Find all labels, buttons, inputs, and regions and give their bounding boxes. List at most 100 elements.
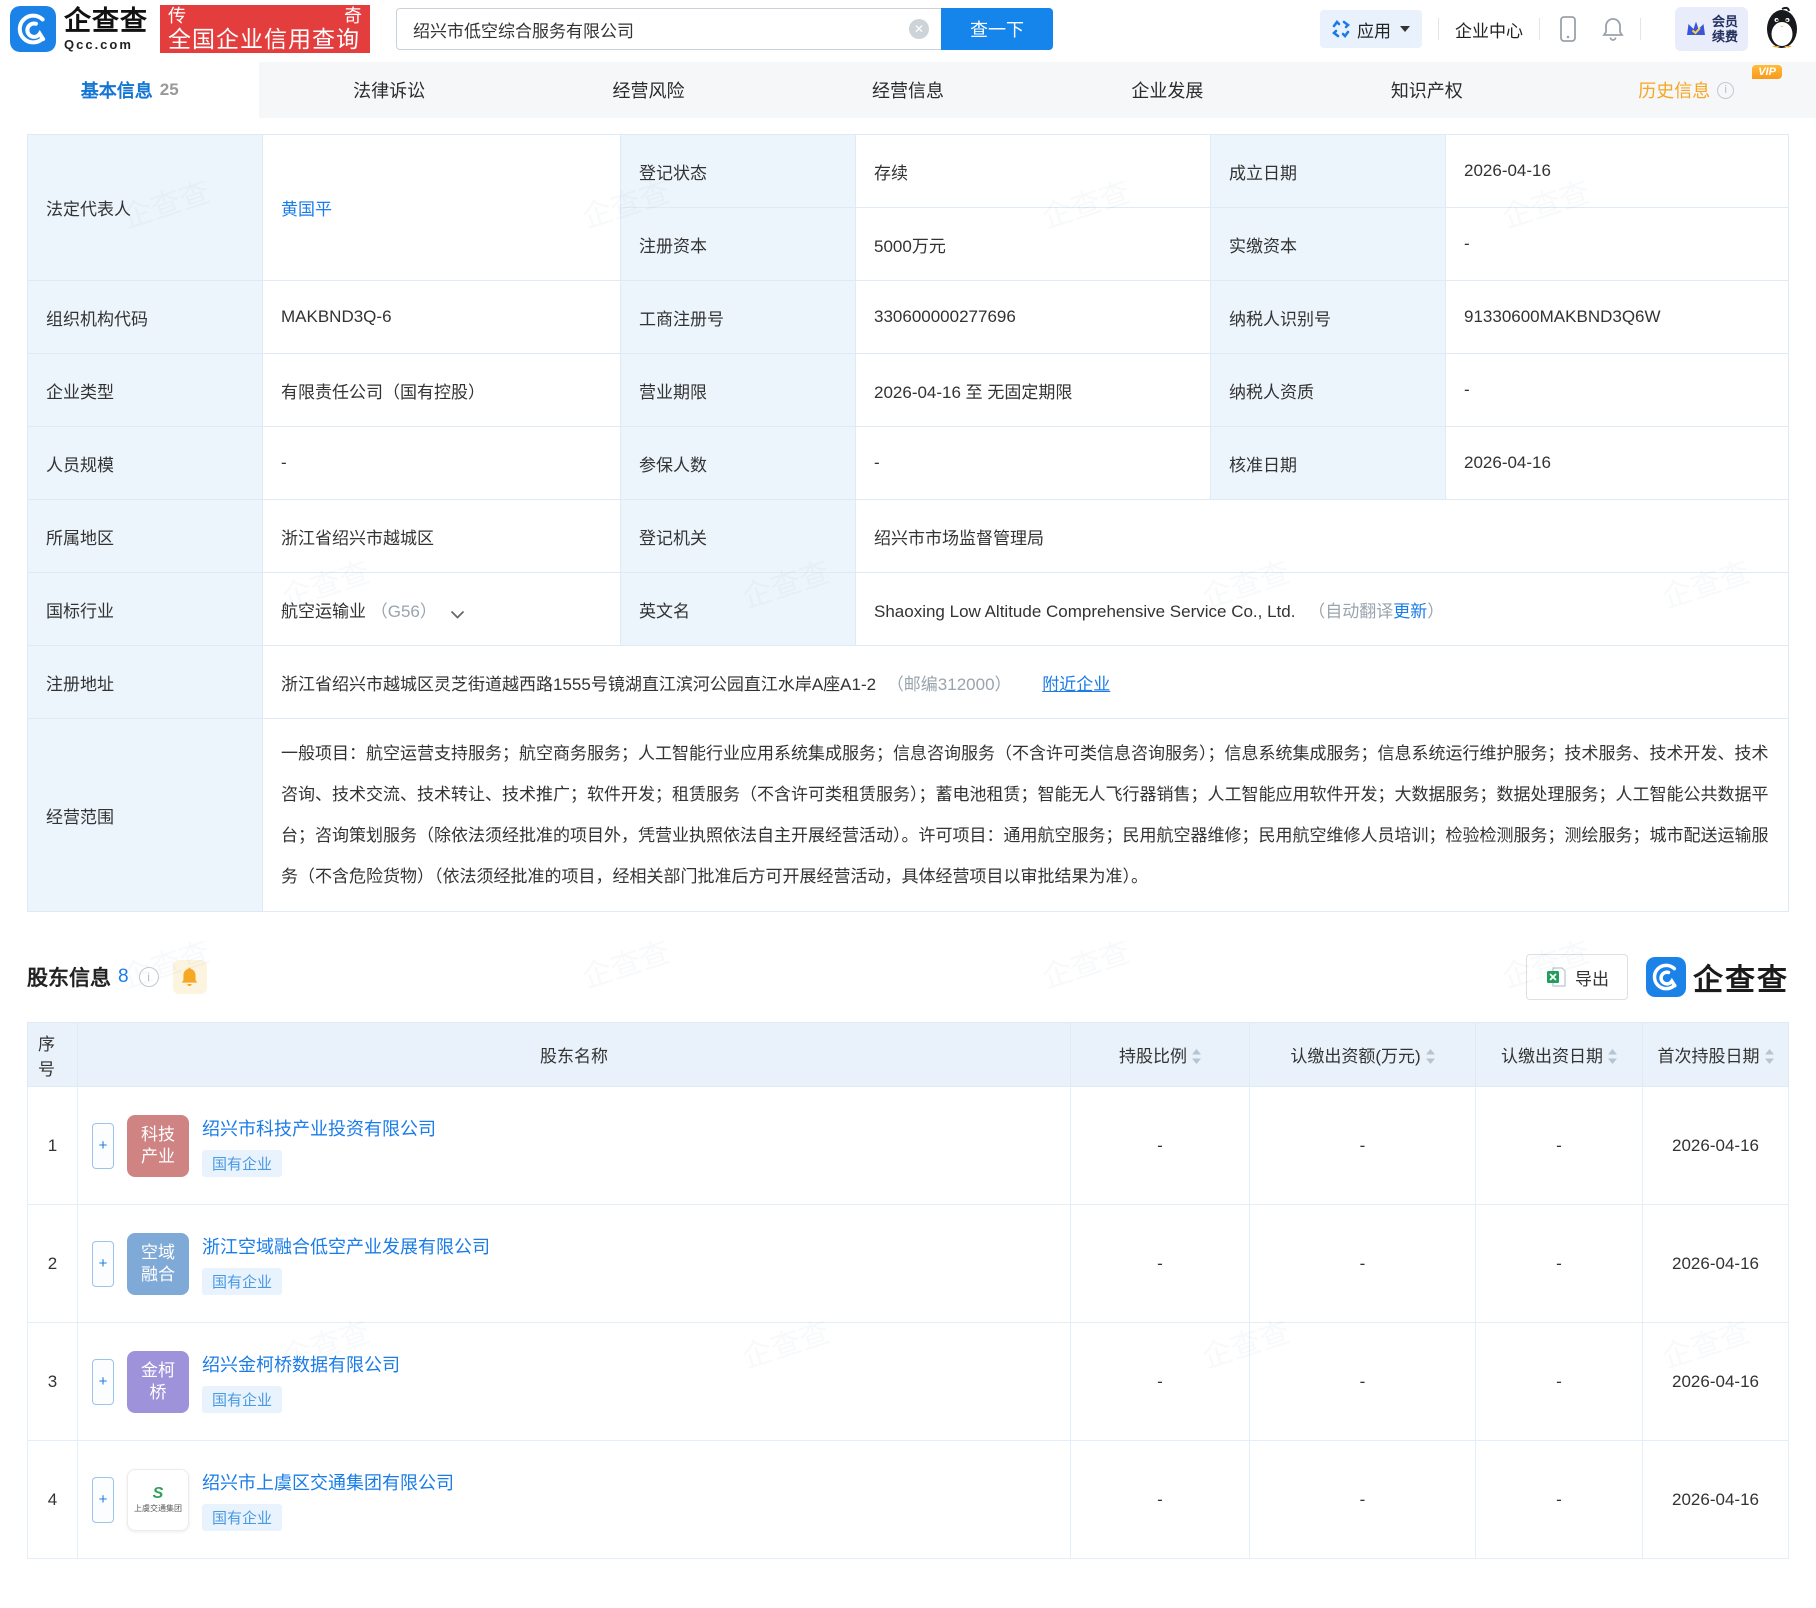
shareholder-name-link[interactable]: 绍兴金柯桥数据有限公司 — [202, 1351, 400, 1377]
top-header: 企查查 Qcc.com 传 奇 全国企业信用查询 ✕ 查一下 — [0, 0, 1816, 58]
reg-capital-label: 注册资本 — [620, 207, 856, 281]
paid-capital-label: 实缴资本 — [1210, 207, 1446, 281]
industry-code: （G56） — [370, 601, 437, 621]
expand-row-button[interactable]: + — [92, 1240, 114, 1287]
staff-size-label: 人员规模 — [27, 426, 263, 500]
taxpayer-id-label: 纳税人识别号 — [1210, 280, 1446, 354]
expand-row-button[interactable]: + — [92, 1122, 114, 1169]
biz-reg-no-value: 330600000277696 — [855, 280, 1211, 354]
history-info-icon[interactable]: i — [1717, 81, 1735, 99]
enterprise-center-link[interactable]: 企业中心 — [1455, 17, 1523, 42]
legal-rep-label: 法定代表人 — [27, 134, 263, 281]
qcc-logo-icon — [1646, 957, 1686, 997]
chevron-down-icon[interactable] — [450, 610, 465, 619]
english-name-value: Shaoxing Low Altitude Comprehensive Serv… — [855, 572, 1789, 646]
staff-size-value: - — [262, 426, 621, 500]
reg-status-label: 登记状态 — [620, 134, 856, 208]
tab-operation-risk[interactable]: 经营风险 — [519, 62, 778, 118]
shareholders-title: 股东信息 — [27, 967, 111, 990]
col-ratio-sort[interactable]: 持股比例 — [1070, 1022, 1250, 1087]
tab-history-info[interactable]: VIP 历史信息 i — [1557, 62, 1816, 118]
ad-banner[interactable]: 传 奇 全国企业信用查询 — [160, 5, 370, 53]
est-date-label: 成立日期 — [1210, 134, 1446, 208]
mobile-app-icon[interactable] — [1560, 16, 1576, 42]
reg-authority-value: 绍兴市市场监督管理局 — [855, 499, 1789, 573]
brand-domain: Qcc.com — [64, 36, 133, 52]
sort-arrows-icon — [1764, 1049, 1774, 1064]
monitor-bell-icon[interactable] — [172, 960, 207, 994]
shareholder-avatar: 金柯桥 — [127, 1350, 189, 1413]
reg-status-value: 存续 — [855, 134, 1211, 208]
shareholder-ratio: - — [1070, 1440, 1250, 1559]
est-date-value: 2026-04-16 — [1445, 134, 1789, 208]
export-button[interactable]: 导出 — [1526, 954, 1628, 1000]
shareholder-sub-date: - — [1475, 1440, 1643, 1559]
shareholder-row: 3 + 金柯桥 绍兴金柯桥数据有限公司 国有企业 - - - 2026-04-1… — [27, 1322, 1789, 1441]
apps-label: 应用 — [1356, 21, 1391, 41]
shareholders-info-icon[interactable]: i — [138, 967, 159, 987]
tab-basic-info[interactable]: 基本信息 25 — [0, 62, 260, 118]
sort-arrows-icon — [1192, 1049, 1201, 1064]
shareholder-tag: 国有企业 — [202, 1503, 283, 1531]
shareholder-name-link[interactable]: 绍兴市科技产业投资有限公司 — [202, 1115, 436, 1141]
shareholder-amount: - — [1249, 1086, 1476, 1205]
expand-row-button[interactable]: + — [92, 1476, 114, 1523]
region-label: 所属地区 — [27, 499, 263, 573]
basic-info-table: 法定代表人 黄国平 登记状态 存续 成立日期 2026-04-16 注册资本 5… — [27, 134, 1789, 912]
shareholder-ratio: - — [1070, 1204, 1250, 1323]
tab-intellectual-property[interactable]: 知识产权 — [1297, 62, 1556, 118]
translate-update-link[interactable]: 更新 — [1393, 602, 1427, 621]
apps-menu-button[interactable]: 应用 — [1319, 10, 1422, 48]
search-input[interactable] — [396, 8, 941, 50]
vip-renew-button[interactable]: 会员 续费 — [1674, 7, 1748, 51]
address-label: 注册地址 — [27, 645, 263, 719]
col-sub-date-sort[interactable]: 认缴出资日期 — [1475, 1022, 1643, 1087]
tab-bar: 基本信息 25 法律诉讼 经营风险 经营信息 企业发展 知识产权 VIP 历史信… — [0, 62, 1816, 118]
shareholder-row: 2 + 空域 融合 浙江空域融合低空产业发展有限公司 国有企业 - - - 202… — [27, 1204, 1789, 1323]
col-name: 股东名称 — [77, 1022, 1071, 1087]
divider — [1639, 18, 1641, 40]
legal-rep-link[interactable]: 黄国平 — [281, 200, 332, 219]
shareholders-tbody: 1 + 科技 产业 绍兴市科技产业投资有限公司 国有企业 - - - 2026-0… — [27, 1086, 1789, 1559]
org-code-value: MAKBND3Q-6 — [262, 280, 621, 354]
approval-date-label: 核准日期 — [1210, 426, 1446, 500]
notification-bell-icon[interactable] — [1602, 17, 1624, 41]
expand-row-button[interactable]: + — [92, 1358, 114, 1405]
biz-term-value: 2026-04-16 至 无固定期限 — [855, 353, 1211, 427]
address-value: 浙江省绍兴市越城区灵芝街道越西路1555号镜湖直江滨河公园直江水岸A座A1-2 … — [262, 645, 1789, 719]
col-first-date-sort[interactable]: 首次持股日期 — [1642, 1022, 1789, 1087]
search-clear-icon[interactable]: ✕ — [909, 19, 929, 39]
reg-capital-value: 5000万元 — [855, 207, 1211, 281]
mascot-penguin-icon[interactable] — [1762, 5, 1802, 54]
shareholders-count: 8 — [118, 966, 129, 987]
vip-line2: 续费 — [1711, 29, 1738, 44]
shareholder-sub-date: - — [1475, 1322, 1643, 1441]
qcc-watermark-logo: 企查查 — [1646, 955, 1789, 999]
shareholder-name-link[interactable]: 浙江空域融合低空产业发展有限公司 — [202, 1233, 490, 1259]
qcc-logo[interactable]: 企查查 Qcc.com — [10, 6, 148, 52]
english-name-label: 英文名 — [620, 572, 856, 646]
shareholder-first-date: 2026-04-16 — [1642, 1086, 1789, 1205]
paid-capital-value: - — [1445, 207, 1789, 281]
tab-enterprise-development[interactable]: 企业发展 — [1038, 62, 1297, 118]
taxpayer-quali-value: - — [1445, 353, 1789, 427]
scope-value: 一般项目：航空运营支持服务；航空商务服务；人工智能行业应用系统集成服务；信息咨询… — [262, 718, 1789, 912]
shareholder-name-link[interactable]: 绍兴市上虞区交通集团有限公司 — [202, 1469, 454, 1495]
ad-word-left: 传 — [168, 6, 186, 26]
shareholder-row: 1 + 科技 产业 绍兴市科技产业投资有限公司 国有企业 - - - 2026-0… — [27, 1086, 1789, 1205]
region-value: 浙江省绍兴市越城区 — [262, 499, 621, 573]
shareholder-avatar: 空域 融合 — [127, 1232, 189, 1295]
biz-reg-no-label: 工商注册号 — [620, 280, 856, 354]
tab-business-info[interactable]: 经营信息 — [778, 62, 1037, 118]
tab-legal-litigation[interactable]: 法律诉讼 — [259, 62, 518, 118]
shareholders-header: 股东信息 8 i 导出 企查查 — [27, 954, 1789, 1000]
shareholder-tag: 国有企业 — [202, 1267, 283, 1295]
nearby-companies-link[interactable]: 附近企业 — [1042, 675, 1110, 694]
ad-word-right: 奇 — [344, 6, 362, 26]
ad-slogan: 全国企业信用查询 — [168, 26, 360, 52]
col-amount-sort[interactable]: 认缴出资额(万元) — [1249, 1022, 1476, 1087]
org-code-label: 组织机构代码 — [27, 280, 263, 354]
crown-icon — [1686, 21, 1705, 35]
search-button[interactable]: 查一下 — [941, 8, 1053, 50]
tab-basic-info-count: 25 — [159, 80, 179, 99]
